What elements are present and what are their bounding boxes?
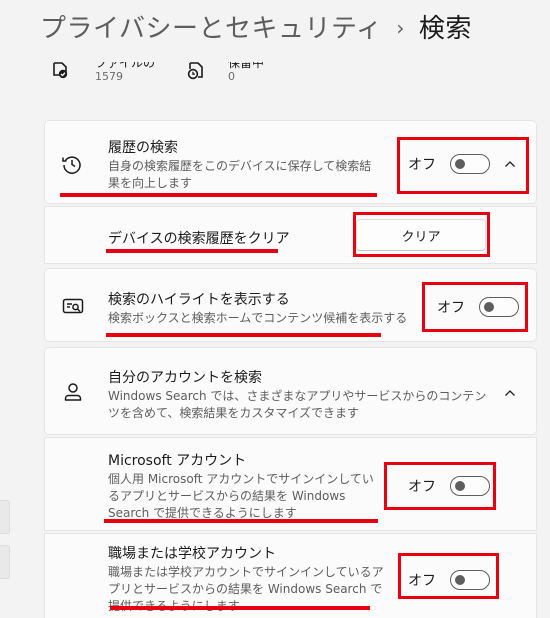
person-icon — [64, 383, 82, 401]
pending-label: 保留中 — [228, 56, 265, 70]
indexed-files-value: 1579 — [95, 70, 123, 83]
clock-document-icon — [187, 62, 203, 80]
breadcrumb: プライバシーとセキュリティ › 検索 — [40, 8, 472, 45]
pending-stat — [185, 60, 205, 84]
sidebar-fragment — [0, 500, 10, 534]
breadcrumb-parent[interactable]: プライバシーとセキュリティ — [40, 14, 382, 44]
indexed-files-stat — [50, 60, 70, 84]
annotation-box — [353, 212, 490, 257]
indexed-files-label: ファイルの — [95, 56, 156, 70]
page-title: 検索 — [418, 14, 472, 44]
annotation-box — [422, 282, 528, 332]
annotation-underline — [110, 606, 370, 610]
annotation-box — [398, 553, 499, 599]
sidebar-fragment — [0, 545, 10, 579]
search-highlights-title: 検索のハイライトを表示する — [108, 292, 290, 308]
search-history-title: 履歴の検索 — [108, 140, 178, 156]
annotation-box — [384, 462, 496, 510]
cloud-search-title: 自分のアカウントを検索 — [108, 370, 262, 386]
microsoft-account-description: 個人用 Microsoft アカウントでサインインしているアプリとサービスからの… — [108, 472, 374, 520]
microsoft-account-title: Microsoft アカウント — [108, 453, 247, 469]
history-icon — [62, 156, 81, 174]
chevron-up-icon[interactable] — [503, 386, 517, 400]
check-document-icon — [53, 62, 68, 79]
work-school-account-title: 職場または学校アカウント — [108, 546, 276, 562]
annotation-underline — [60, 193, 377, 197]
search-highlights-description: 検索ボックスと検索ホームでコンテンツ候補を表示する — [108, 311, 408, 325]
annotation-underline — [106, 333, 381, 337]
breadcrumb-separator: › — [396, 16, 405, 40]
pending-value: 0 — [228, 70, 235, 83]
annotation-box — [397, 137, 529, 194]
cloud-search-description: Windows Search では、さまざまなアプリやサービスからのコンテンツを… — [108, 389, 487, 420]
search-history-description: 自身の検索履歴をこのデバイスに保存して検索結果を向上します — [108, 159, 372, 190]
clear-history-title: デバイスの検索履歴をクリア — [108, 231, 290, 247]
annotation-underline — [106, 249, 278, 253]
annotation-underline — [104, 519, 378, 523]
search-highlight-icon — [62, 298, 84, 314]
